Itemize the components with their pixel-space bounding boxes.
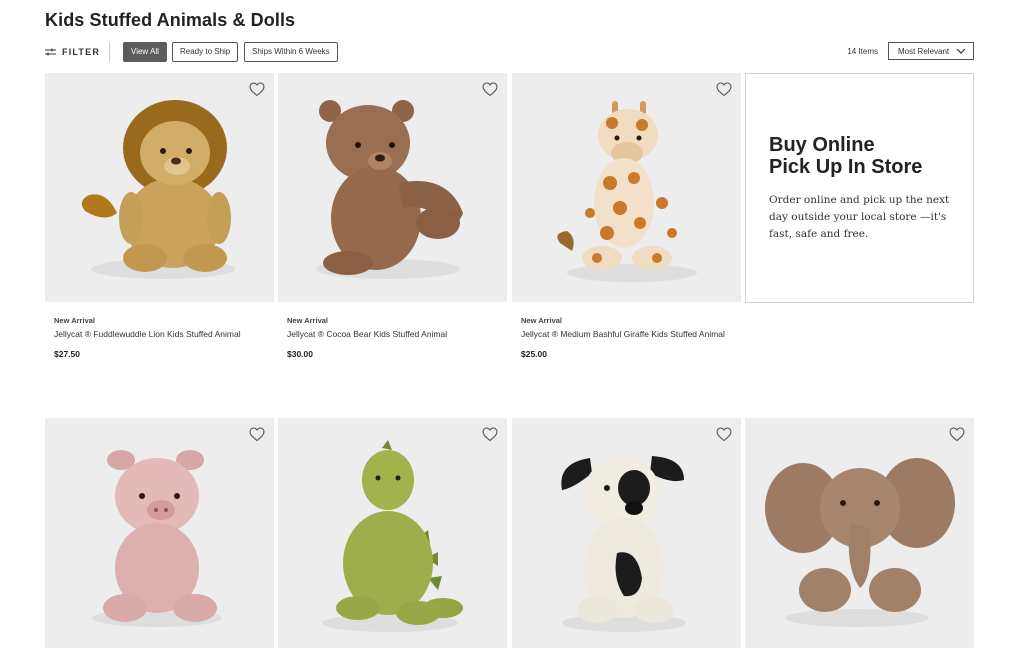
page-title: Kids Stuffed Animals & Dolls: [45, 10, 296, 30]
filter-label: FILTER: [62, 47, 101, 57]
promo-title-line2: Pick Up In Store: [769, 156, 923, 178]
sort-dropdown[interactable]: Most Relevant: [888, 42, 974, 60]
product-card[interactable]: New Arrival Jellycat ® Medium Bashful Gi…: [512, 73, 741, 359]
puppy-plush-image: [561, 456, 686, 632]
product-image-dinosaur[interactable]: [278, 418, 507, 648]
product-price: $27.50: [54, 349, 80, 359]
heart-outline-icon[interactable]: [716, 82, 732, 97]
product-name[interactable]: Jellycat ® Fuddlewuddle Lion Kids Stuffe…: [54, 327, 265, 341]
product-badge: New Arrival: [521, 316, 562, 325]
sort-value: Most Relevant: [898, 47, 950, 56]
product-badge: New Arrival: [54, 316, 95, 325]
heart-outline-icon[interactable]: [249, 427, 265, 442]
promo-title: Buy Online Pick Up In Store: [769, 134, 959, 178]
elephant-plush-image: [765, 458, 955, 627]
pig-plush-image: [92, 450, 222, 627]
heart-outline-icon[interactable]: [716, 427, 732, 442]
product-badge: New Arrival: [287, 316, 328, 325]
promo-text: Order online and pick up the next day ou…: [769, 194, 950, 240]
dinosaur-plush-image: [322, 440, 463, 632]
heart-outline-icon[interactable]: [949, 427, 965, 442]
bear-plush-image: [316, 100, 463, 279]
chevron-down-icon: [956, 48, 966, 54]
item-count: 14 Items: [847, 47, 878, 56]
product-card[interactable]: [512, 418, 741, 648]
product-image-giraffe[interactable]: [512, 73, 741, 302]
heart-outline-icon[interactable]: [482, 427, 498, 442]
giraffe-plush-image: [557, 101, 697, 282]
lion-plush-image: [81, 100, 235, 279]
product-card[interactable]: New Arrival Jellycat ® Cocoa Bear Kids S…: [278, 73, 507, 359]
chip-ships-within-6-weeks[interactable]: Ships Within 6 Weeks: [244, 42, 338, 62]
product-card[interactable]: [45, 418, 274, 648]
product-image-pig[interactable]: [45, 418, 274, 648]
chip-view-all[interactable]: View All: [123, 42, 167, 62]
product-price: $30.00: [287, 349, 313, 359]
product-image-lion[interactable]: [45, 73, 274, 302]
chip-ready-to-ship[interactable]: Ready to Ship: [172, 42, 239, 62]
toolbar: FILTER View All Ready to Ship Ships With…: [45, 42, 974, 62]
promo-buy-online-pickup[interactable]: Buy Online Pick Up In Store Order online…: [745, 73, 974, 303]
product-card[interactable]: New Arrival Jellycat ® Fuddlewuddle Lion…: [45, 73, 274, 359]
heart-outline-icon[interactable]: [249, 82, 265, 97]
promo-title-line1: Buy Online: [769, 134, 875, 156]
product-name[interactable]: Jellycat ® Medium Bashful Giraffe Kids S…: [521, 327, 732, 341]
product-image-puppy[interactable]: [512, 418, 741, 648]
product-card[interactable]: [745, 418, 974, 648]
sliders-icon: [45, 48, 56, 56]
product-image-elephant[interactable]: [745, 418, 974, 648]
product-price: $25.00: [521, 349, 547, 359]
heart-outline-icon[interactable]: [482, 82, 498, 97]
product-card[interactable]: [278, 418, 507, 648]
toolbar-divider: [109, 42, 110, 62]
filter-button[interactable]: FILTER: [45, 42, 100, 62]
product-name[interactable]: Jellycat ® Cocoa Bear Kids Stuffed Anima…: [287, 327, 498, 341]
product-image-bear[interactable]: [278, 73, 507, 302]
